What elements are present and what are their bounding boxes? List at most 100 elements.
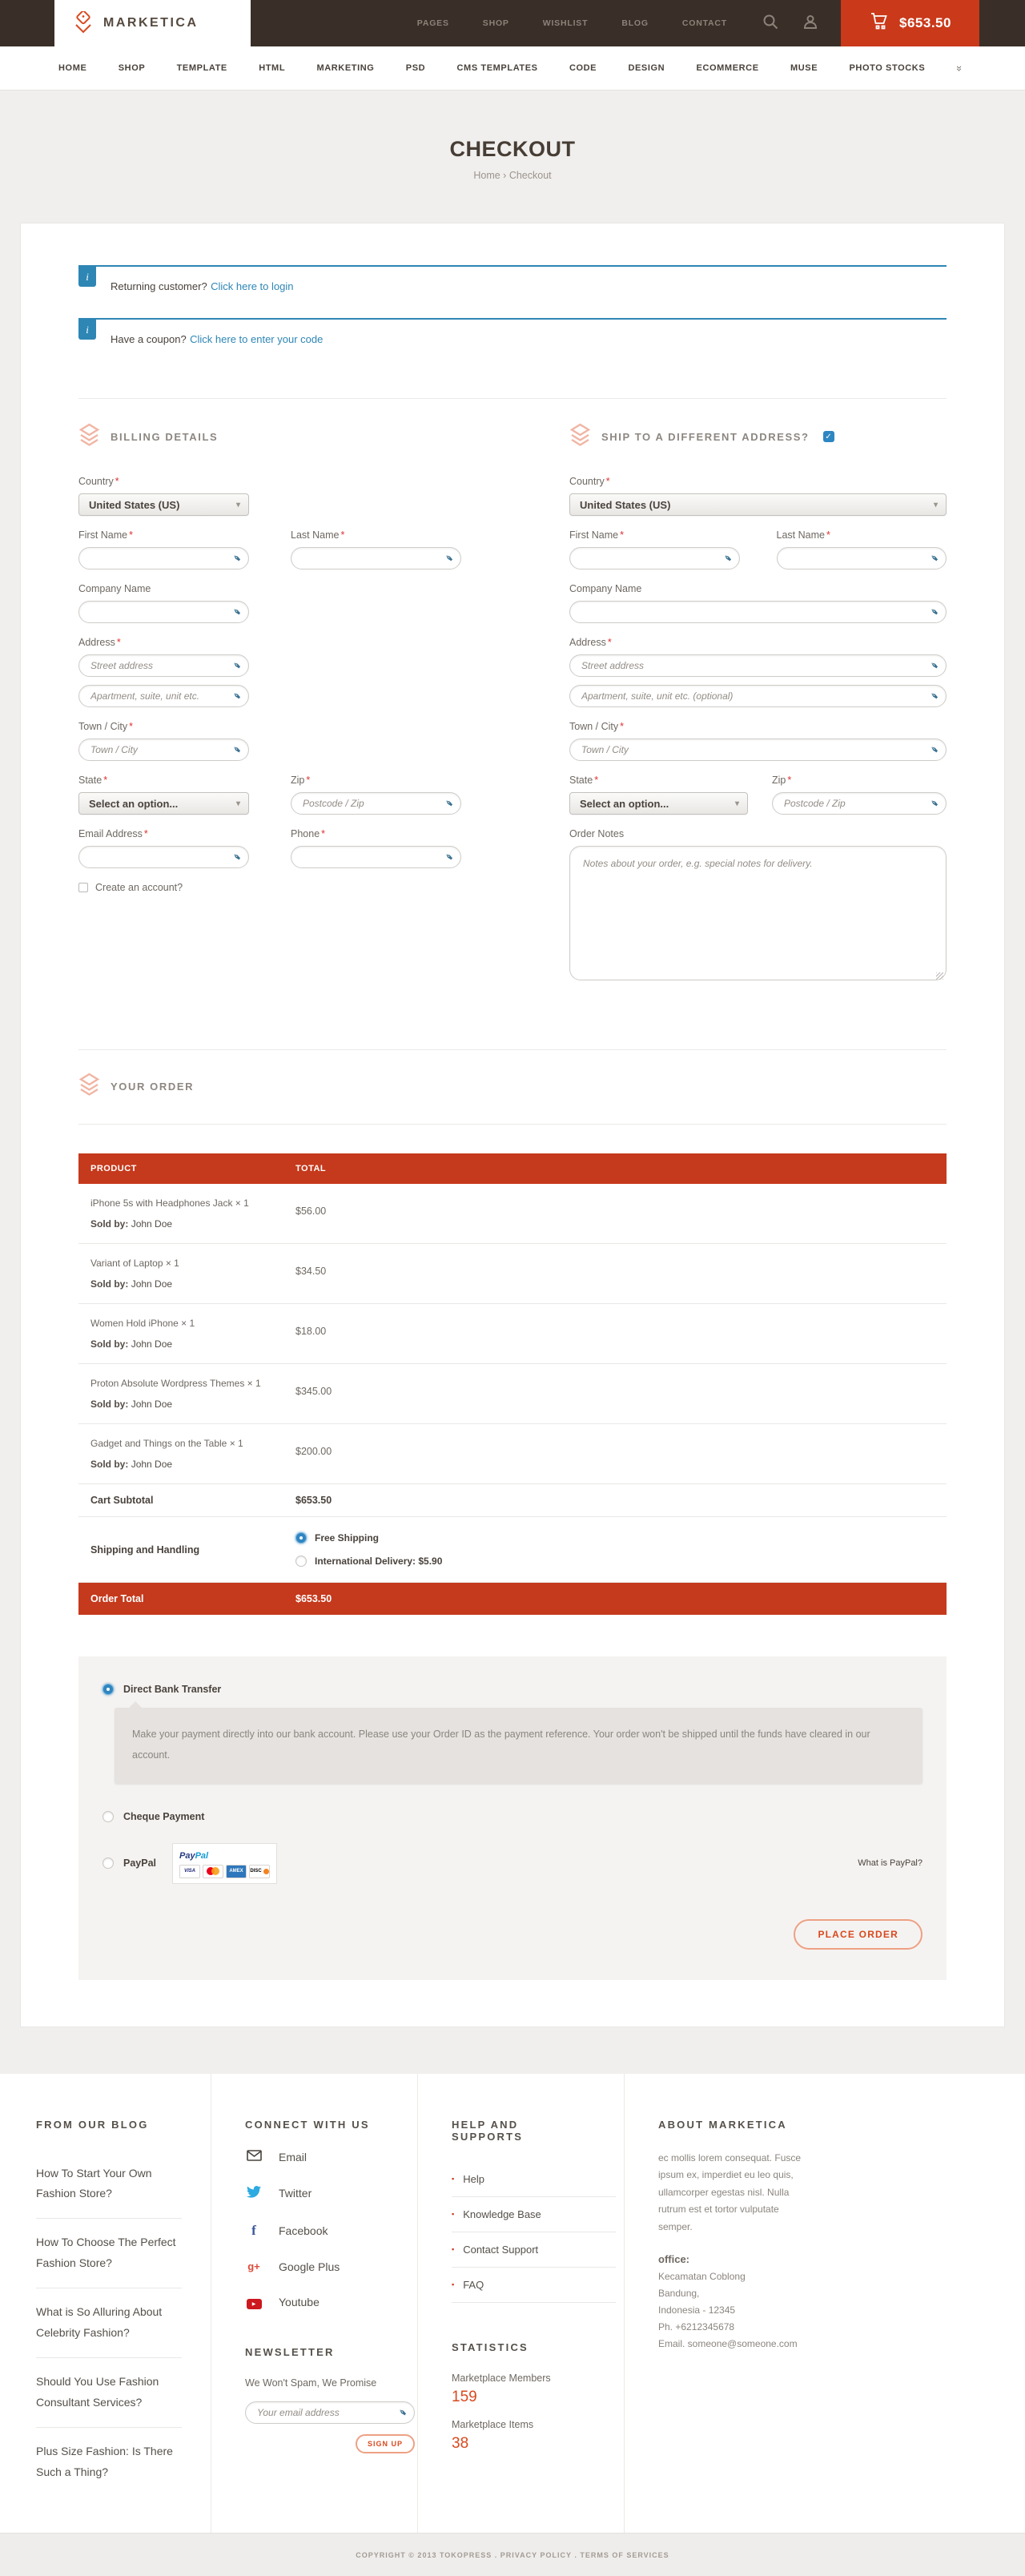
chevron-down-icon: ▾ <box>236 799 240 808</box>
shipping-street-input[interactable] <box>581 660 922 671</box>
shipping-first-name-input[interactable] <box>581 553 715 564</box>
what-is-paypal-link[interactable]: What is PayPal? <box>858 1858 922 1868</box>
radio-icon[interactable] <box>102 1811 114 1822</box>
visa-icon: VISA <box>179 1865 200 1878</box>
billing-email-input[interactable] <box>90 851 224 863</box>
shipping-option-international[interactable]: International Delivery: $5.90 <box>295 1556 947 1567</box>
footer-connect-title: CONNECT WITH US <box>245 2119 385 2131</box>
breadcrumb-home[interactable]: Home <box>473 170 500 181</box>
company-label: Company Name <box>78 583 461 594</box>
payment-cheque[interactable]: Cheque Payment <box>102 1811 922 1822</box>
billing-section: BILLING DETAILS Country* United States (… <box>78 399 461 998</box>
radio-icon[interactable] <box>102 1858 114 1869</box>
billing-town-input[interactable] <box>90 744 224 755</box>
last-name-label: Last Name* <box>291 529 461 541</box>
billing-apartment-input[interactable] <box>90 690 224 702</box>
menu-code[interactable]: CODE <box>569 63 597 73</box>
blog-link[interactable]: Plus Size Fashion: Is There Such a Thing… <box>36 2428 182 2497</box>
blog-link[interactable]: How To Choose The Perfect Fashion Store? <box>36 2219 182 2288</box>
menu-ecommerce[interactable]: ECOMMERCE <box>697 63 759 73</box>
blog-link[interactable]: What is So Alluring About Celebrity Fash… <box>36 2288 182 2358</box>
search-icon[interactable] <box>762 14 778 34</box>
top-nav-shop[interactable]: SHOP <box>483 18 509 28</box>
top-nav-pages[interactable]: PAGES <box>417 18 449 28</box>
billing-zip-input[interactable] <box>303 798 436 809</box>
office-label: office: <box>658 2253 802 2265</box>
create-account-checkbox[interactable] <box>78 883 88 892</box>
menu-template[interactable]: TEMPLATE <box>177 63 227 73</box>
social-youtube[interactable]: ▶ Youtube <box>245 2295 385 2309</box>
menu-psd[interactable]: PSD <box>406 63 425 73</box>
menu-more-icon[interactable]: » <box>954 65 966 70</box>
sold-by-label: Sold by: <box>90 1338 128 1350</box>
order-notes-input[interactable] <box>569 846 947 980</box>
shipping-state-select[interactable]: Select an option... ▾ <box>569 792 748 815</box>
create-account-label: Create an account? <box>95 882 183 893</box>
billing-phone-input[interactable] <box>303 851 436 863</box>
radio-selected-icon[interactable] <box>295 1532 307 1544</box>
help-link[interactable]: ▪FAQ <box>452 2268 616 2303</box>
menu-cms-templates[interactable]: CMS TEMPLATES <box>457 63 538 73</box>
place-order-button[interactable]: PLACE ORDER <box>794 1919 922 1950</box>
top-nav-wishlist[interactable]: WISHLIST <box>543 18 589 28</box>
radio-icon[interactable] <box>295 1556 307 1567</box>
social-facebook[interactable]: f Facebook <box>245 2223 385 2239</box>
blog-link[interactable]: Should You Use Fashion Consultant Servic… <box>36 2358 182 2428</box>
login-link[interactable]: Click here to login <box>211 280 293 292</box>
help-link[interactable]: ▪Knowledge Base <box>452 2197 616 2232</box>
social-twitter[interactable]: Twitter <box>245 2186 385 2201</box>
twitter-icon <box>245 2186 263 2201</box>
shipping-section: SHIP TO A DIFFERENT ADDRESS? ✓ Country* … <box>569 399 947 998</box>
newsletter-email-input[interactable] <box>257 2407 390 2418</box>
coupon-link[interactable]: Click here to enter your code <box>190 333 323 345</box>
shipping-company-input[interactable] <box>581 606 922 618</box>
shipping-country-select[interactable]: United States (US) ▾ <box>569 493 947 516</box>
shipping-last-name-input[interactable] <box>789 553 922 564</box>
stat-label: Marketplace Items <box>452 2419 592 2430</box>
subtotal-label: Cart Subtotal <box>78 1495 295 1506</box>
billing-country-select[interactable]: United States (US) ▾ <box>78 493 249 516</box>
cart-button[interactable]: $653.50 <box>841 0 979 46</box>
menu-home[interactable]: HOME <box>58 63 86 73</box>
menu-muse[interactable]: MUSE <box>790 63 818 73</box>
menu-shop[interactable]: SHOP <box>119 63 146 73</box>
social-google-plus[interactable]: g+ Google Plus <box>245 2260 385 2273</box>
payment-paypal[interactable]: PayPal PayPal VISA AMEX DISC What is Pay… <box>102 1843 922 1884</box>
social-email[interactable]: Email <box>245 2150 385 2164</box>
payment-bank-transfer[interactable]: Direct Bank Transfer <box>102 1684 922 1695</box>
billing-last-name-input[interactable] <box>303 553 436 564</box>
menu-html[interactable]: HTML <box>259 63 285 73</box>
shipping-town-input[interactable] <box>581 744 922 755</box>
blog-link[interactable]: How To Start Your Own Fashion Store? <box>36 2150 182 2220</box>
signup-button[interactable]: SIGN UP <box>356 2434 415 2453</box>
shipping-town-field: ✒ <box>569 739 947 761</box>
product-name: iPhone 5s with Headphones Jack × 1 <box>90 1196 291 1210</box>
menu-photo-stocks[interactable]: PHOTO STOCKS <box>849 63 925 73</box>
footer-connect-column: CONNECT WITH US Email Twitter f Facebook… <box>211 2074 417 2534</box>
logo[interactable]: MARKETICA <box>54 0 251 46</box>
radio-selected-icon[interactable] <box>102 1684 114 1695</box>
help-link[interactable]: ▪Contact Support <box>452 2232 616 2268</box>
menu-design[interactable]: DESIGN <box>628 63 665 73</box>
checkout-card: i Returning customer? Click here to logi… <box>20 223 1005 2027</box>
company-label: Company Name <box>569 583 947 594</box>
shipping-apartment-input[interactable] <box>581 690 922 702</box>
billing-company-input[interactable] <box>90 606 224 618</box>
user-account-icon[interactable] <box>802 14 818 34</box>
edit-pen-icon: ✒ <box>927 742 942 757</box>
billing-state-select[interactable]: Select an option... ▾ <box>78 792 249 815</box>
top-nav-contact[interactable]: CONTACT <box>682 18 727 28</box>
edit-pen-icon: ✒ <box>229 604 244 619</box>
sold-by-label: Sold by: <box>90 1218 128 1230</box>
coupon-notice: i Have a coupon? Click here to enter you… <box>78 318 947 371</box>
first-name-label: First Name* <box>569 529 740 541</box>
billing-first-name-input[interactable] <box>90 553 224 564</box>
ship-different-checkbox[interactable]: ✓ <box>823 431 834 442</box>
menu-marketing[interactable]: MARKETING <box>316 63 374 73</box>
billing-street-input[interactable] <box>90 660 224 671</box>
shipping-option-free[interactable]: Free Shipping <box>295 1532 947 1544</box>
shipping-zip-input[interactable] <box>784 798 922 809</box>
top-nav-blog[interactable]: BLOG <box>621 18 649 28</box>
help-link[interactable]: ▪Help <box>452 2162 616 2197</box>
edit-pen-icon: ✒ <box>229 742 244 757</box>
